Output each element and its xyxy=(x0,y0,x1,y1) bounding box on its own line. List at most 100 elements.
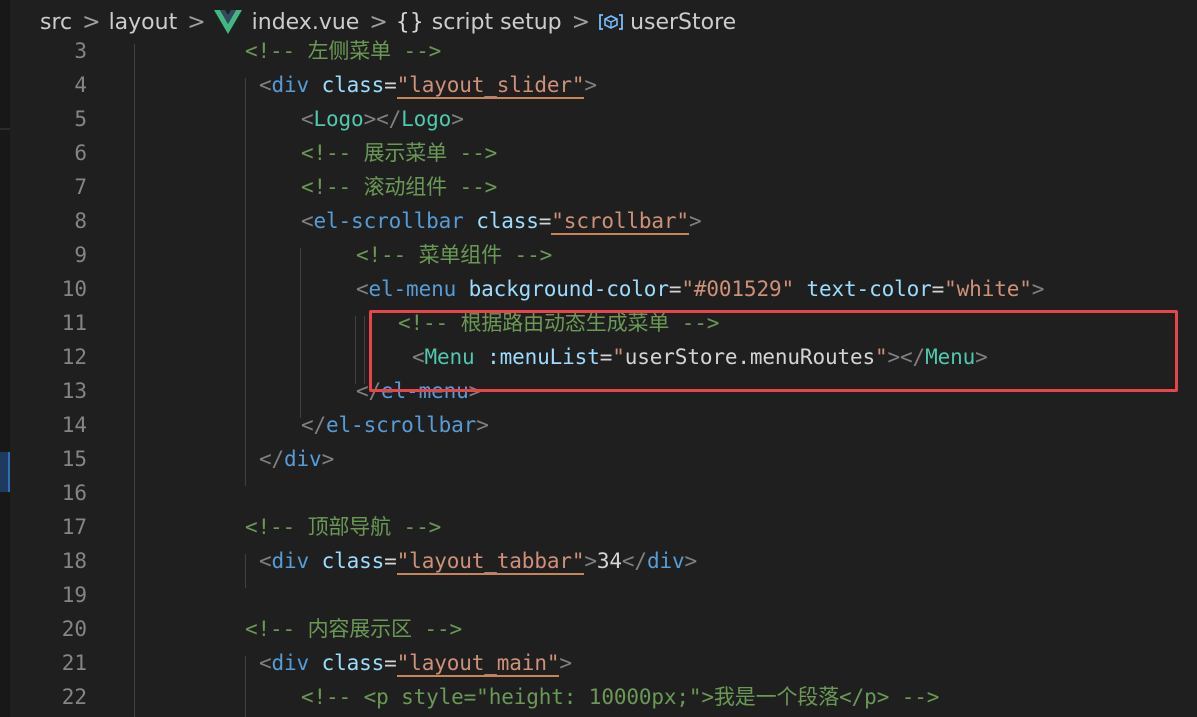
line-number: 9 xyxy=(74,243,87,267)
code-punctuation: > xyxy=(468,379,482,403)
code-line[interactable]: 12 <Menu :menuList="userStore.menuRoutes"… xyxy=(10,340,1197,374)
code-component-name: Menu xyxy=(925,345,976,369)
code-punctuation: > xyxy=(559,651,572,675)
code-comment: <!-- 左侧菜单 --> xyxy=(245,39,442,63)
code-component-name: Menu xyxy=(424,345,475,369)
code-punctuation: > xyxy=(321,447,335,471)
code-line[interactable]: 8 <el-scrollbar class="scrollbar"> xyxy=(10,204,1197,238)
code-line[interactable]: 20 <!-- 内容展示区 --> xyxy=(10,612,1197,646)
breadcrumb-separator: > xyxy=(187,9,206,35)
code-punctuation: > xyxy=(584,549,597,573)
code-attribute: class xyxy=(476,209,539,233)
code-line[interactable]: 3 <!-- 左侧菜单 --> xyxy=(10,34,1197,68)
code-tag-name: div xyxy=(284,447,322,471)
breadcrumb-label: script setup xyxy=(431,9,562,35)
code-attribute: class xyxy=(321,73,385,97)
code-punctuation: > xyxy=(975,345,988,369)
code-punctuation: > xyxy=(584,73,597,97)
code-line[interactable]: 5 <Logo></Logo> xyxy=(10,102,1197,136)
code-line[interactable]: 17 <!-- 顶部导航 --> xyxy=(10,510,1197,544)
code-content: <!-- <p style="height: 10000px;">我是一个段落<… xyxy=(301,680,939,714)
code-tag-name: el-scrollbar xyxy=(313,209,464,233)
breadcrumb-separator: > xyxy=(82,9,101,35)
breadcrumb-label: src xyxy=(40,9,73,35)
code-component-name: Logo xyxy=(401,107,452,131)
vue-logo-icon xyxy=(213,10,242,34)
line-number: 19 xyxy=(61,583,87,607)
code-punctuation: </ xyxy=(621,549,647,573)
code-punctuation: > xyxy=(451,107,464,131)
breadcrumb-item-userstore[interactable]: userStore xyxy=(598,10,736,35)
code-line[interactable]: 16 xyxy=(10,476,1197,510)
code-attribute: background-color xyxy=(468,277,669,301)
code-tag-name: div xyxy=(271,549,310,573)
code-line[interactable]: 7 <!-- 滚动组件 --> xyxy=(10,170,1197,204)
line-number: 17 xyxy=(61,515,87,539)
line-number: 8 xyxy=(74,209,87,233)
code-punctuation: < xyxy=(259,73,272,97)
breadcrumb-label: index.vue xyxy=(251,9,360,35)
code-text: = xyxy=(384,549,397,573)
code-text: = xyxy=(538,209,552,233)
code-punctuation: < xyxy=(301,209,314,233)
line-number: 3 xyxy=(74,39,87,63)
code-punctuation: ></ xyxy=(887,345,926,369)
code-content: <!-- 顶部导航 --> xyxy=(245,510,441,544)
code-line[interactable]: 13 </el-menu> xyxy=(10,374,1197,408)
code-tag-name: el-scrollbar xyxy=(326,413,477,437)
code-string: " xyxy=(612,345,625,369)
code-line[interactable]: 9 <!-- 菜单组件 --> xyxy=(10,238,1197,272)
code-line[interactable]: 14 </el-scrollbar> xyxy=(10,408,1197,442)
code-comment: <!-- 顶部导航 --> xyxy=(245,515,442,539)
code-comment: <!-- 菜单组件 --> xyxy=(356,243,553,267)
code-content: <!-- 滚动组件 --> xyxy=(301,170,497,204)
line-number: 12 xyxy=(61,345,87,369)
activity-bar-edge xyxy=(0,0,10,717)
code-content: <!-- 根据路由动态生成菜单 --> xyxy=(398,306,719,340)
code-attribute: :menuList xyxy=(487,345,600,369)
breadcrumb-item-src[interactable]: src xyxy=(40,10,72,35)
code-content: <Menu :menuList="userStore.menuRoutes"><… xyxy=(412,340,988,374)
code-content: </el-scrollbar> xyxy=(301,408,489,442)
code-punctuation: </ xyxy=(301,413,327,437)
code-content: <div class="layout_slider"> xyxy=(259,68,597,102)
code-line[interactable]: 21 <div class="layout_main"> xyxy=(10,646,1197,680)
code-editor[interactable]: 3 <!-- 左侧菜单 --> 4 <div class="layout_slider… xyxy=(10,39,1197,717)
code-line[interactable]: 19 xyxy=(10,578,1197,612)
line-number: 6 xyxy=(74,141,87,165)
code-line[interactable]: 22 <!-- <p style="height: 10000px;">我是一个段… xyxy=(10,680,1197,714)
code-line[interactable]: 18 <div class="layout_tabbar">34</div> xyxy=(10,544,1197,578)
breadcrumb-label: userStore xyxy=(630,9,737,35)
code-string: "scrollbar" xyxy=(551,209,689,235)
code-line[interactable]: 15 </div> xyxy=(10,442,1197,476)
code-comment: <!-- 内容展示区 --> xyxy=(245,617,462,641)
code-punctuation: > xyxy=(1031,277,1045,301)
breadcrumb-item-index-vue[interactable]: index.vue xyxy=(213,9,360,35)
code-attribute: class xyxy=(321,549,385,573)
code-line[interactable]: 10 <el-menu background-color="#001529" te… xyxy=(10,272,1197,306)
code-punctuation: > xyxy=(688,209,702,233)
code-content: </el-menu> xyxy=(356,374,481,408)
line-number: 11 xyxy=(61,311,87,335)
code-string: "white" xyxy=(944,277,1032,301)
code-punctuation: < xyxy=(356,277,369,301)
code-content: <el-menu background-color="#001529" text… xyxy=(356,272,1044,306)
code-line[interactable]: 11 <!-- 根据路由动态生成菜单 --> xyxy=(10,306,1197,340)
line-number: 7 xyxy=(74,175,87,199)
line-number: 18 xyxy=(61,549,87,573)
breadcrumb-item-script-setup[interactable]: {} script setup xyxy=(396,10,562,35)
breadcrumb-item-layout[interactable]: layout xyxy=(109,10,178,35)
braces-icon: {} xyxy=(395,9,424,35)
code-punctuation: < xyxy=(412,345,425,369)
code-text: = xyxy=(668,277,682,301)
code-line[interactable]: 6 <!-- 展示菜单 --> xyxy=(10,136,1197,170)
code-text: = xyxy=(384,651,397,675)
code-line[interactable]: 4 <div class="layout_slider"> xyxy=(10,68,1197,102)
